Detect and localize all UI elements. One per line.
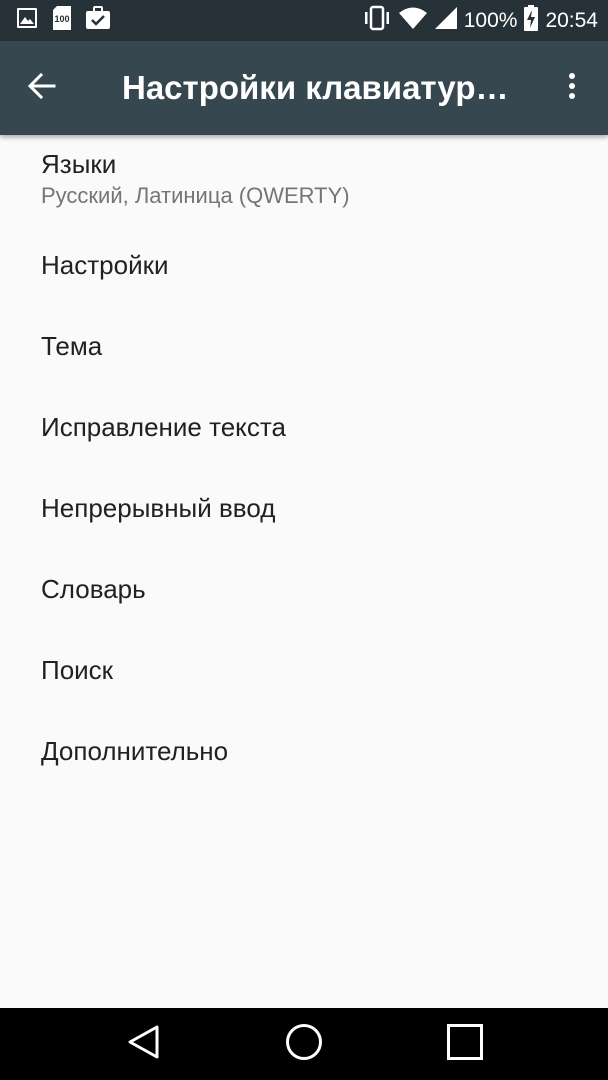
briefcase-check-icon <box>85 6 111 35</box>
settings-item-advanced[interactable]: Дополнительно <box>41 734 581 768</box>
settings-item-title: Языки <box>41 149 117 179</box>
settings-item-summary: Русский, Латиница (QWERTY) <box>41 183 350 208</box>
recents-square-icon <box>446 1023 484 1066</box>
nav-recents-button[interactable] <box>441 1020 489 1068</box>
app-bar: Настройки клавиатуры… <box>0 41 608 135</box>
back-triangle-icon <box>126 1024 162 1065</box>
settings-item-title: Тема <box>41 331 103 361</box>
system-status-icons: 100% 20:54 <box>362 0 598 41</box>
settings-item-title: Поиск <box>41 655 114 685</box>
overflow-menu-button[interactable] <box>552 64 592 112</box>
settings-item-text-correction[interactable]: Исправление текста <box>41 410 581 444</box>
settings-item-dictionary[interactable]: Словарь <box>41 572 581 606</box>
settings-item-search[interactable]: Поиск <box>41 653 581 687</box>
battery-charging-icon <box>523 5 539 36</box>
settings-item-preferences[interactable]: Настройки <box>41 248 581 282</box>
settings-item-languages[interactable]: Языки Русский, Латиница (QWERTY) <box>41 147 581 211</box>
page-title: Настройки клавиатуры… <box>122 69 520 106</box>
clock: 20:54 <box>545 8 598 32</box>
navigation-bar <box>0 1008 608 1080</box>
nav-home-button[interactable] <box>280 1020 328 1068</box>
settings-item-title: Настройки <box>41 250 169 280</box>
nav-back-button[interactable] <box>120 1020 168 1068</box>
settings-item-theme[interactable]: Тема <box>41 329 581 363</box>
settings-item-title: Дополнительно <box>41 736 229 766</box>
sd-card-100-icon: 100 <box>51 5 73 36</box>
wifi-icon <box>398 6 428 35</box>
status-bar: 100 100% 20:54 <box>0 0 608 41</box>
notification-icons: 100 <box>15 5 111 36</box>
cell-signal-icon <box>434 6 458 35</box>
settings-item-glide-typing[interactable]: Непрерывный ввод <box>41 491 581 525</box>
back-button[interactable] <box>18 64 66 112</box>
settings-item-title: Исправление текста <box>41 412 286 442</box>
more-vert-icon <box>567 71 577 106</box>
vibrate-icon <box>362 5 392 36</box>
svg-text:100: 100 <box>54 14 69 24</box>
arrow-back-icon <box>27 71 57 106</box>
image-icon <box>15 6 39 35</box>
home-circle-icon <box>284 1022 324 1067</box>
settings-item-title: Непрерывный ввод <box>41 493 276 523</box>
battery-percent: 100% <box>463 8 518 32</box>
settings-item-title: Словарь <box>41 574 146 604</box>
